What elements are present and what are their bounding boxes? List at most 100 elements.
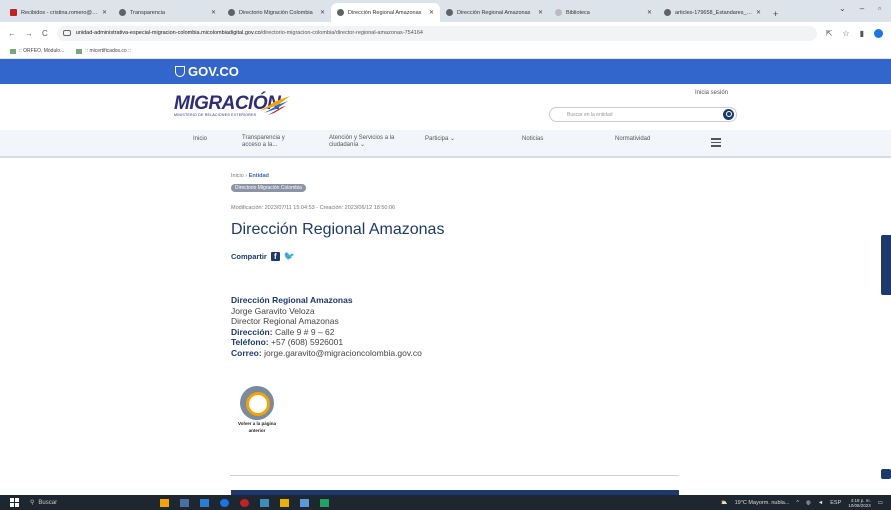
twitter-icon[interactable]: 🐦 xyxy=(284,251,295,262)
weather-icon[interactable]: ⛅ xyxy=(721,500,728,506)
search-input[interactable]: Buscar en la entidad xyxy=(549,107,737,122)
back-label-2: anterior xyxy=(248,427,266,433)
taskbar-search[interactable]: ⚲ Buscar xyxy=(30,499,130,507)
gmail-icon xyxy=(10,9,17,16)
browser-tab[interactable]: Dirección Regional Amazonas ✕ xyxy=(440,3,549,22)
gov-co-logo[interactable]: GOV.CO xyxy=(175,64,239,79)
contact-address-row: Dirección: Calle 9 # 9 – 62 xyxy=(231,327,422,338)
email-value[interactable]: jorge.garavito@migracioncolombia.gov.co xyxy=(264,348,422,358)
facebook-icon[interactable]: f xyxy=(270,252,280,261)
excel-icon[interactable] xyxy=(320,498,329,507)
close-icon[interactable]: ✕ xyxy=(211,9,216,16)
tab-search-icon[interactable]: ⌄ xyxy=(839,4,846,13)
hamburger-menu-icon[interactable] xyxy=(711,138,721,149)
reload-icon[interactable]: C xyxy=(42,29,48,38)
migracion-logo[interactable]: MIGRACIÓN MINISTERIO DE RELACIONES EXTER… xyxy=(174,93,290,117)
search-placeholder: Buscar en la entidad xyxy=(567,111,613,118)
share-page-icon[interactable]: ⇱ xyxy=(826,29,833,38)
browser-tab[interactable]: Directorio Migración Colombia ✕ xyxy=(222,3,331,22)
browser-tab-active[interactable]: Dirección Regional Amazonas ✕ xyxy=(331,3,440,22)
edge-icon[interactable] xyxy=(260,498,269,507)
profile-avatar[interactable] xyxy=(874,28,883,38)
tab-label: Dirección Regional Amazonas xyxy=(457,9,531,16)
contact-phone-row: Teléfono: +57 (608) 5926001 xyxy=(231,337,422,348)
nav-item-inicio[interactable]: Inicio xyxy=(193,136,207,143)
outlook-icon[interactable] xyxy=(200,498,209,507)
file-explorer-icon[interactable] xyxy=(160,498,169,507)
clock[interactable]: 4:18 p. m. 10/08/2023 xyxy=(848,498,871,508)
breadcrumb-current[interactable]: Entidad xyxy=(249,173,269,179)
close-icon[interactable]: ✕ xyxy=(756,9,761,16)
nav-item-noticias[interactable]: Noticias xyxy=(522,136,543,143)
page-icon xyxy=(555,9,562,16)
close-icon[interactable]: ✕ xyxy=(538,9,543,16)
bookmark-icon xyxy=(76,48,83,54)
chrome-alt-icon[interactable] xyxy=(240,498,249,507)
folder-icon[interactable] xyxy=(280,498,289,507)
url-field[interactable]: unidad-administrativa-especial-migracion… xyxy=(56,25,817,41)
nav-item-atencion[interactable]: Atención y Servicios a la ciudadanía ⌄ xyxy=(329,135,394,149)
nav-item-label: ciudadanía ⌄ xyxy=(329,142,366,148)
maximize-icon[interactable]: ▫ xyxy=(878,4,881,13)
address-label: Dirección: xyxy=(231,326,273,337)
url-domain: unidad-administrativa-especial-migracion… xyxy=(75,30,261,36)
category-pill[interactable]: Directorio Migración Colombia xyxy=(231,184,306,192)
new-tab-icon[interactable]: + xyxy=(773,9,778,19)
contact-role: Director Regional Amazonas xyxy=(231,316,339,326)
volume-icon[interactable]: ◄ xyxy=(818,500,823,506)
globe-icon xyxy=(228,9,235,16)
divider xyxy=(230,475,679,476)
minimize-icon[interactable]: – xyxy=(860,4,864,13)
close-icon[interactable]: ✕ xyxy=(429,9,434,16)
language-indicator[interactable]: ESP xyxy=(830,500,841,506)
browser-tab[interactable]: Recibidos - cristina.romero@m... ✕ xyxy=(4,3,113,22)
forward-arrow-icon[interactable]: → xyxy=(25,29,33,38)
tray-arrow-icon[interactable]: ^ xyxy=(796,500,799,506)
windows-taskbar: ⚲ Buscar ⛅ 19°C Mayorm. nubla... ^ ◍ ◄ ES… xyxy=(0,495,891,510)
close-icon[interactable]: ✕ xyxy=(102,9,107,16)
windows-start-icon[interactable] xyxy=(10,498,20,507)
taskbar-apps xyxy=(160,498,329,507)
close-icon[interactable]: ✕ xyxy=(647,9,652,16)
bookmark-item[interactable]: :: micertificados.co :: xyxy=(76,48,131,54)
login-link[interactable]: Inicia sesión xyxy=(695,90,728,96)
contact-card: Dirección Regional Amazonas Jorge Garavi… xyxy=(231,295,422,358)
browser-tab[interactable]: Biblioteca ✕ xyxy=(549,3,658,22)
page-title: Dirección Regional Amazonas xyxy=(231,221,445,238)
breadcrumb-home[interactable]: Inicio xyxy=(231,173,244,179)
main-nav: Inicio Transparencia y acceso a la... At… xyxy=(0,130,891,158)
nav-item-normatividad[interactable]: Normatividad xyxy=(615,136,650,143)
phone-label: Teléfono: xyxy=(231,337,269,347)
chrome-icon[interactable] xyxy=(220,498,229,507)
browser-tab[interactable]: articles-179658_Estandares_m... ✕ xyxy=(658,3,767,22)
close-icon[interactable]: ✕ xyxy=(320,9,325,16)
sidepanel-icon[interactable]: ▮ xyxy=(860,29,864,38)
accessibility-side-widget[interactable] xyxy=(881,235,891,295)
nav-item-label: Atención y Servicios a la xyxy=(329,135,395,141)
word-icon[interactable] xyxy=(300,498,309,507)
contact-name: Jorge Garavito Veloza xyxy=(231,305,315,316)
browser-tab-strip: Recibidos - cristina.romero@m... ✕ Transp… xyxy=(0,0,891,22)
gov-co-band: GOV.CO xyxy=(0,59,891,84)
tab-label: Transparencia xyxy=(130,9,165,16)
search-icon[interactable] xyxy=(723,109,734,120)
system-tray: ⛅ 19°C Mayorm. nubla... ^ ◍ ◄ ESP 4:18 p… xyxy=(721,495,883,510)
notification-icon[interactable]: ▭ xyxy=(878,500,883,506)
modification-meta: Modificación: 2023/07/11 15:04:53 - Crea… xyxy=(231,205,396,211)
task-view-icon[interactable] xyxy=(180,498,189,507)
network-icon[interactable]: ◍ xyxy=(806,500,811,506)
bookmark-star-icon[interactable]: ☆ xyxy=(842,29,849,38)
weather-text[interactable]: 19°C Mayorm. nubla... xyxy=(735,500,790,506)
address-value: Calle 9 # 9 – 62 xyxy=(274,326,335,337)
back-page-button[interactable]: Volver a la página anterior xyxy=(232,386,282,433)
contact-office: Dirección Regional Amazonas xyxy=(231,295,353,305)
browser-tab[interactable]: Transparencia ✕ xyxy=(113,3,222,22)
nav-item-label: acceso a la... xyxy=(242,142,278,148)
nav-item-participa[interactable]: Participa ⌄ xyxy=(425,136,455,143)
nav-item-transparencia[interactable]: Transparencia y acceso a la... xyxy=(242,135,285,149)
back-arrow-icon[interactable]: ← xyxy=(8,29,16,38)
scroll-top-icon[interactable] xyxy=(881,469,891,479)
site-info-icon[interactable] xyxy=(62,30,71,36)
tab-label: Biblioteca xyxy=(566,9,590,16)
bookmark-item[interactable]: :: ORFEO, Módulo... xyxy=(10,48,64,54)
